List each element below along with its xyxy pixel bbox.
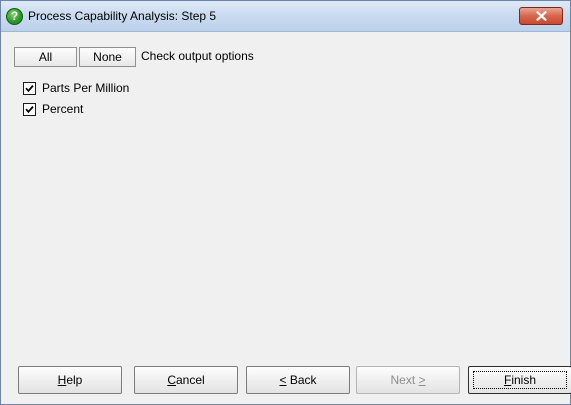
next-button[interactable]: Next > (356, 366, 460, 394)
help-question-icon: ? (6, 8, 23, 25)
select-all-button[interactable]: All (14, 47, 77, 67)
percent-checkbox[interactable] (23, 102, 36, 116)
checkmark-icon (25, 84, 34, 92)
finish-button[interactable]: Finish (468, 366, 571, 394)
next-label-pre: Next (390, 373, 419, 387)
window-title: Process Capability Analysis: Step 5 (28, 9, 217, 23)
parts-per-million-label: Parts Per Million (42, 81, 130, 95)
title-bar[interactable]: ? Process Capability Analysis: Step 5 (1, 1, 570, 32)
help-button[interactable]: Help (18, 366, 122, 394)
back-button[interactable]: < Back (246, 366, 350, 394)
back-label-rest: Back (286, 373, 317, 387)
next-mnemonic: > (418, 373, 426, 387)
percent-label: Percent (42, 102, 84, 116)
cancel-mnemonic: C (167, 373, 176, 387)
dialog-window: ? Process Capability Analysis: Step 5 Al… (0, 0, 571, 405)
check-output-options-label: Check output options (141, 49, 254, 63)
cancel-label-rest: ancel (175, 373, 205, 387)
option-percent[interactable]: Percent (23, 101, 83, 117)
checkmark-icon (25, 105, 34, 113)
close-icon (535, 11, 547, 21)
cancel-button[interactable]: Cancel (134, 366, 238, 394)
focus-rectangle (473, 371, 567, 389)
parts-per-million-checkbox[interactable] (23, 81, 36, 95)
close-button[interactable] (519, 7, 563, 25)
select-none-button[interactable]: None (79, 47, 136, 67)
help-label-rest: elp (66, 373, 83, 387)
option-parts-per-million[interactable]: Parts Per Million (23, 80, 129, 96)
back-mnemonic: < (279, 373, 287, 387)
